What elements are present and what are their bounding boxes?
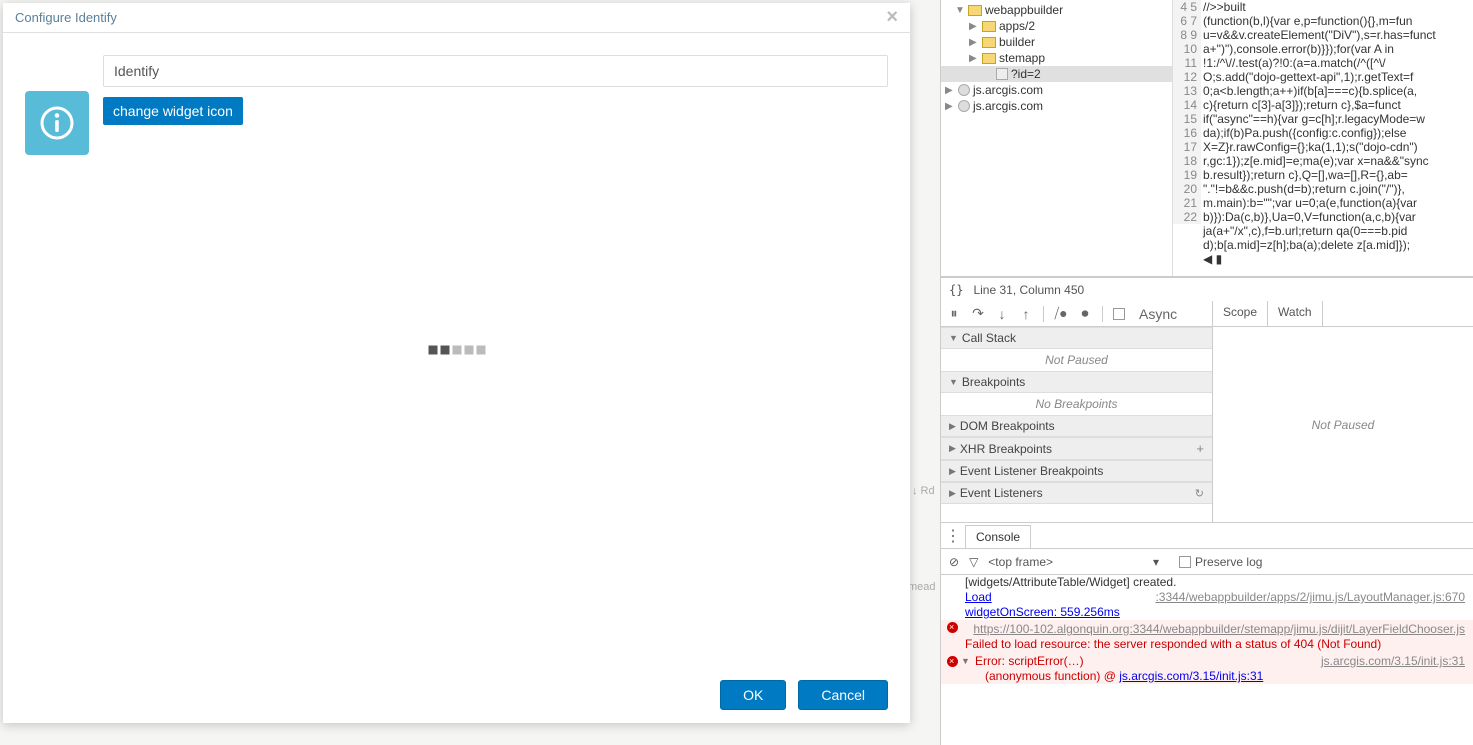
tab-watch[interactable]: Watch: [1268, 301, 1323, 326]
map-area-label: mead: [908, 581, 936, 593]
cancel-button[interactable]: Cancel: [798, 680, 888, 710]
step-over-icon[interactable]: ↷: [971, 307, 985, 321]
tab-scope[interactable]: Scope: [1213, 301, 1268, 326]
cursor-position: Line 31, Column 450: [973, 283, 1084, 297]
format-icon[interactable]: {}: [949, 283, 963, 297]
refresh-icon[interactable]: ↻: [1195, 487, 1204, 500]
tab-console[interactable]: Console: [965, 525, 1031, 548]
close-icon[interactable]: ×: [886, 6, 898, 29]
debugger-right-pane: Scope Watch Not Paused: [1213, 301, 1473, 522]
modal-header: Configure Identify ×: [3, 3, 910, 33]
preserve-log-label: Preserve log: [1195, 555, 1262, 569]
modal-title: Configure Identify: [15, 10, 117, 25]
pause-icon[interactable]: ⏸: [947, 307, 961, 321]
scope-body: Not Paused: [1213, 327, 1473, 522]
map-road-label: ↓ Rd: [912, 485, 935, 497]
pause-exceptions-icon[interactable]: ⏺: [1078, 307, 1092, 321]
step-out-icon[interactable]: ↑: [1019, 307, 1033, 321]
deactivate-breakpoints-icon[interactable]: ⧸●: [1054, 307, 1068, 321]
filter-icon[interactable]: ▽: [969, 555, 978, 569]
configure-modal: Configure Identify × change widget icon …: [3, 3, 910, 723]
debugger-left-pane: ⏸ ↷ ↓ ↑ ⧸● ⏺ Async ▼Call Stack Not Pause…: [941, 301, 1213, 522]
widget-icon: [25, 91, 89, 155]
preserve-log-checkbox[interactable]: [1179, 556, 1191, 568]
frame-select[interactable]: <top frame>: [988, 555, 1053, 569]
modal-body: change widget icon: [3, 33, 910, 667]
event-listener-breakpoints-header[interactable]: ▶Event Listener Breakpoints: [941, 460, 1212, 482]
console-line: Load:3344/webappbuilder/apps/2/jimu.js/L…: [941, 590, 1473, 605]
console-error: https://100-102.algonquin.org:3344/webap…: [941, 620, 1473, 654]
modal-footer: OK Cancel: [3, 667, 910, 723]
add-xhr-breakpoint-icon[interactable]: +: [1196, 441, 1204, 456]
console-error: ▼ Error: scriptError(…) js.arcgis.com/3.…: [941, 654, 1473, 669]
xhr-breakpoints-header[interactable]: ▶XHR Breakpoints+: [941, 437, 1212, 460]
change-icon-button[interactable]: change widget icon: [103, 97, 243, 125]
console-menu-icon[interactable]: ⋮: [941, 526, 965, 546]
error-icon: [947, 622, 958, 633]
error-icon: [947, 656, 958, 667]
code-editor[interactable]: 4 5 6 7 8 9 10 11 12 13 14 15 16 17 18 1…: [1173, 0, 1473, 276]
console-line: [widgets/AttributeTable/Widget] created.: [941, 575, 1473, 590]
debugger-toolbar: ⏸ ↷ ↓ ↑ ⧸● ⏺ Async: [941, 301, 1212, 327]
source-tree[interactable]: ▼webappbuilder ▶apps/2 ▶builder ▶stemapp…: [941, 0, 1173, 276]
step-into-icon[interactable]: ↓: [995, 307, 1009, 321]
chevron-down-icon[interactable]: ▾: [1153, 555, 1159, 569]
callstack-body: Not Paused: [941, 349, 1212, 371]
console-pane: ⋮ Console ⊘ ▽ <top frame>▾ Preserve log …: [941, 523, 1473, 745]
clear-console-icon[interactable]: ⊘: [949, 555, 959, 569]
callstack-header[interactable]: ▼Call Stack: [941, 327, 1212, 349]
ok-button[interactable]: OK: [720, 680, 786, 710]
console-output[interactable]: [widgets/AttributeTable/Widget] created.…: [941, 575, 1473, 745]
devtools: ▼webappbuilder ▶apps/2 ▶builder ▶stemapp…: [940, 0, 1473, 745]
event-listeners-header[interactable]: ▶Event Listeners↻: [941, 482, 1212, 504]
tree-folder[interactable]: webappbuilder: [985, 3, 1063, 17]
tree-folder[interactable]: apps/2: [999, 19, 1035, 33]
tree-file-selected[interactable]: ?id=2: [1011, 67, 1041, 81]
console-line: widgetOnScreen: 559.256ms: [941, 605, 1473, 620]
info-icon: [39, 105, 75, 141]
async-label: Async: [1139, 306, 1177, 322]
tree-folder[interactable]: stemapp: [999, 51, 1045, 65]
tree-folder[interactable]: builder: [999, 35, 1035, 49]
tree-domain[interactable]: js.arcgis.com: [973, 99, 1043, 113]
loading-spinner: [428, 346, 485, 355]
widget-name-input[interactable]: [103, 55, 888, 87]
console-error: (anonymous function) @ js.arcgis.com/3.1…: [941, 669, 1473, 684]
dom-breakpoints-header[interactable]: ▶DOM Breakpoints: [941, 415, 1212, 437]
breakpoints-body: No Breakpoints: [941, 393, 1212, 415]
tree-domain[interactable]: js.arcgis.com: [973, 83, 1043, 97]
breakpoints-header[interactable]: ▼Breakpoints: [941, 371, 1212, 393]
console-toolbar: ⊘ ▽ <top frame> ▾ Preserve log: [941, 549, 1473, 575]
async-checkbox[interactable]: [1113, 308, 1125, 320]
editor-status-bar: {} Line 31, Column 450: [941, 277, 1473, 301]
